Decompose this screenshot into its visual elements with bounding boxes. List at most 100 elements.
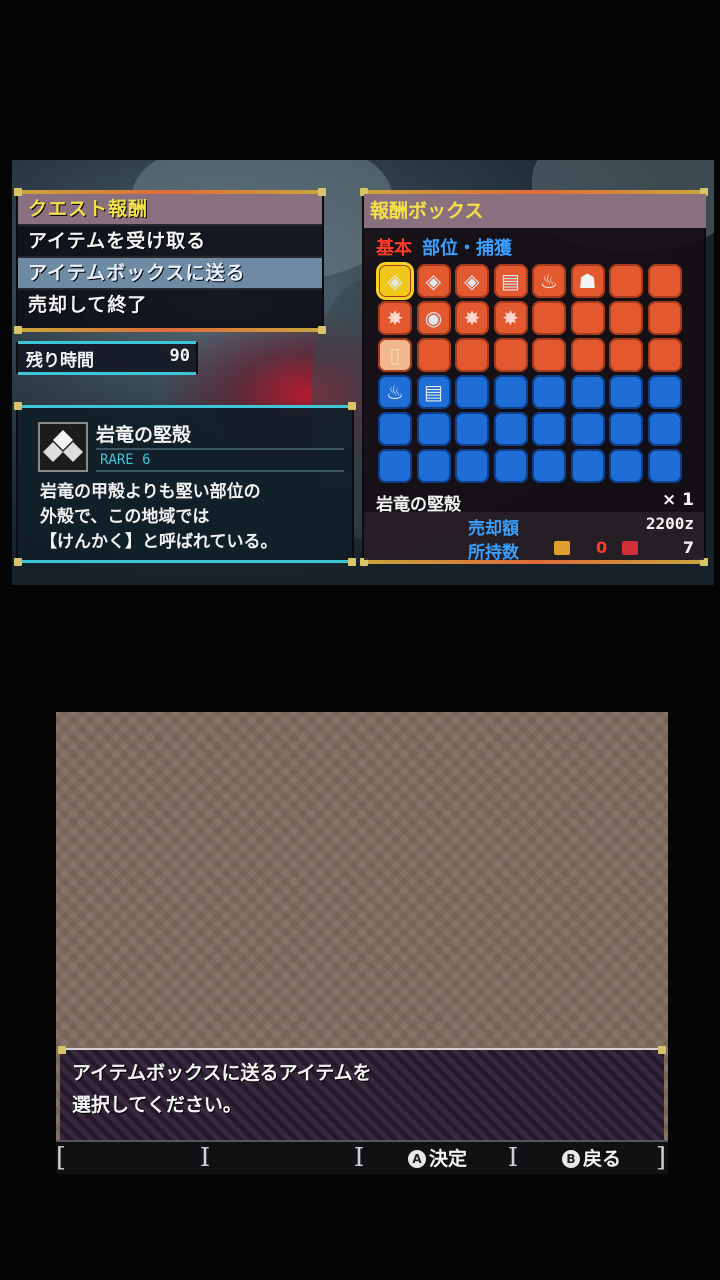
reward-slot[interactable]: ▯ bbox=[378, 338, 412, 372]
item-box-icon bbox=[622, 541, 638, 555]
reward-slot[interactable] bbox=[647, 412, 682, 446]
shell-icon bbox=[38, 422, 88, 472]
owned-count-label: 所持数 bbox=[468, 543, 519, 563]
reward-slot[interactable]: ◈ bbox=[416, 264, 451, 298]
divider-icon: I bbox=[353, 1143, 365, 1173]
bone-icon: ☗ bbox=[578, 269, 597, 293]
reward-slot[interactable] bbox=[378, 449, 412, 483]
b-button-icon: B bbox=[562, 1150, 580, 1168]
divider-icon: I bbox=[507, 1143, 519, 1173]
reward-slot[interactable] bbox=[609, 412, 643, 446]
reward-slot[interactable] bbox=[532, 375, 566, 409]
reward-slot[interactable] bbox=[609, 338, 643, 372]
reward-slot[interactable] bbox=[570, 375, 605, 409]
reward-slot[interactable] bbox=[416, 412, 451, 446]
top-screen: クエスト報酬 アイテムを受け取る アイテムボックスに送る 売却して終了 残り時間… bbox=[12, 160, 714, 585]
sell-price-label: 売却額 bbox=[468, 519, 519, 539]
reward-slot[interactable]: ◈ bbox=[455, 264, 489, 298]
reward-slot[interactable] bbox=[609, 375, 643, 409]
message-line-2: 選択してください。 bbox=[72, 1094, 242, 1116]
claw-icon: ✸ bbox=[463, 306, 481, 330]
reward-box-title: 報酬ボックス bbox=[364, 194, 706, 228]
confirm-button[interactable]: A 決定 bbox=[408, 1146, 467, 1172]
reward-slot[interactable] bbox=[570, 412, 605, 446]
reward-slot[interactable]: ♨ bbox=[378, 375, 412, 409]
flask-icon: ♨ bbox=[540, 269, 558, 293]
reward-slot[interactable] bbox=[416, 449, 451, 483]
reward-slot[interactable] bbox=[647, 264, 682, 298]
reward-slot[interactable]: ▤ bbox=[416, 375, 451, 409]
reward-slot[interactable]: ♨ bbox=[532, 264, 566, 298]
reward-slot[interactable] bbox=[570, 338, 605, 372]
reward-slot[interactable] bbox=[647, 449, 682, 483]
claw-icon: ✸ bbox=[502, 306, 519, 330]
reward-slot[interactable] bbox=[455, 338, 489, 372]
reward-slot[interactable] bbox=[416, 338, 451, 372]
shell-icon: ◈ bbox=[464, 269, 480, 293]
reward-slot[interactable] bbox=[455, 412, 489, 446]
claw-icon: ✸ bbox=[386, 306, 404, 330]
reward-slot[interactable] bbox=[455, 375, 489, 409]
reward-slot[interactable] bbox=[609, 264, 643, 298]
scale-icon: ◉ bbox=[424, 306, 443, 330]
ticket-icon: ▯ bbox=[389, 343, 401, 367]
flask-icon: ♨ bbox=[386, 380, 404, 404]
message-box: アイテムボックスに送るアイテムを 選択してください。 bbox=[58, 1046, 666, 1140]
reward-slot[interactable] bbox=[532, 449, 566, 483]
item-pouch-icon bbox=[554, 541, 570, 555]
reward-slot[interactable] bbox=[493, 449, 528, 483]
reward-slot[interactable] bbox=[493, 412, 528, 446]
reward-slot[interactable] bbox=[493, 338, 528, 372]
owned-pouch-value: 0 bbox=[596, 538, 608, 557]
reward-slot[interactable]: ✸ bbox=[493, 301, 528, 335]
reward-slot[interactable] bbox=[532, 338, 566, 372]
item-detail-panel: 岩竜の堅殻 RARE 6 岩竜の甲殻よりも堅い部位の 外殻で、この地域では 【け… bbox=[14, 402, 356, 566]
reward-slot-grid: ◈ ◈ ◈ ▤ ♨ ☗ ✸ ◉ ✸ ✸ ▯ ♨ ▤ bbox=[376, 262, 688, 486]
reward-slot[interactable] bbox=[532, 301, 566, 335]
ore-icon: ▤ bbox=[424, 380, 443, 404]
reward-slot[interactable] bbox=[455, 449, 489, 483]
menu-item-sell-and-finish[interactable]: 売却して終了 bbox=[18, 290, 322, 320]
divider-icon: ] bbox=[655, 1143, 667, 1173]
reward-box-panel: 報酬ボックス 基本 部位・捕獲 ◈ ◈ ◈ ▤ ♨ ☗ ✸ ◉ ✸ ✸ ▯ ♨ ▤ 岩竜の堅殻 × 1 … bbox=[360, 188, 708, 566]
sell-price-value: 2200z bbox=[645, 514, 694, 533]
reward-slot[interactable] bbox=[493, 375, 528, 409]
tab-basic[interactable]: 基本 bbox=[376, 234, 412, 260]
time-remaining-value: 90 bbox=[169, 346, 190, 366]
footer-bar: [ I I I ] A 決定 B 戻る bbox=[56, 1140, 668, 1174]
owned-total-value: 7 bbox=[682, 538, 694, 557]
reward-slot[interactable] bbox=[570, 449, 605, 483]
back-button[interactable]: B 戻る bbox=[562, 1146, 621, 1172]
reward-slot[interactable] bbox=[647, 301, 682, 335]
ore-icon: ▤ bbox=[501, 269, 520, 293]
reward-slot[interactable] bbox=[570, 301, 605, 335]
item-rarity: RARE 6 bbox=[96, 448, 344, 472]
reward-slot[interactable] bbox=[609, 449, 643, 483]
reward-slot[interactable]: ◈ bbox=[376, 262, 414, 300]
time-remaining: 残り時間 90 bbox=[18, 341, 196, 375]
reward-slot[interactable] bbox=[647, 375, 682, 409]
reward-slot[interactable]: ✸ bbox=[378, 301, 412, 335]
shell-icon: ◈ bbox=[425, 269, 442, 293]
divider-icon: [ bbox=[56, 1143, 67, 1173]
a-button-icon: A bbox=[408, 1150, 426, 1168]
quest-reward-menu: クエスト報酬 アイテムを受け取る アイテムボックスに送る 売却して終了 bbox=[14, 188, 326, 334]
item-description: 岩竜の甲殻よりも堅い部位の 外殻で、この地域では 【けんかく】と呼ばれている。 bbox=[40, 482, 278, 552]
shell-icon: ◈ bbox=[387, 269, 403, 293]
selected-item-quantity: × 1 bbox=[662, 490, 694, 510]
reward-slot[interactable] bbox=[378, 412, 412, 446]
message-line-1: アイテムボックスに送るアイテムを bbox=[72, 1062, 372, 1084]
menu-item-send-to-box[interactable]: アイテムボックスに送る bbox=[18, 258, 322, 290]
reward-slot[interactable] bbox=[532, 412, 566, 446]
reward-slot[interactable]: ✸ bbox=[455, 301, 489, 335]
divider-icon: I bbox=[199, 1143, 211, 1173]
reward-slot[interactable]: ◉ bbox=[416, 301, 451, 335]
menu-item-receive[interactable]: アイテムを受け取る bbox=[18, 226, 322, 258]
reward-slot[interactable]: ▤ bbox=[493, 264, 528, 298]
reward-slot[interactable]: ☗ bbox=[570, 264, 605, 298]
time-remaining-label: 残り時間 bbox=[26, 351, 94, 371]
reward-slot[interactable] bbox=[647, 338, 682, 372]
reward-slot[interactable] bbox=[609, 301, 643, 335]
tab-parts-capture[interactable]: 部位・捕獲 bbox=[422, 234, 512, 260]
item-name: 岩竜の堅殻 bbox=[96, 424, 192, 446]
